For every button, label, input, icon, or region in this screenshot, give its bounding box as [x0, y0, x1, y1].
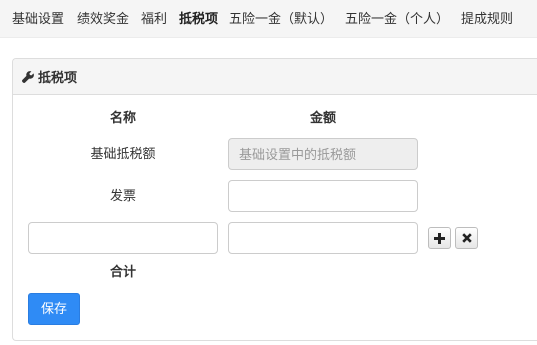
total-label: 合计: [109, 264, 136, 279]
panel-header: 抵税项: [13, 59, 537, 95]
custom-item-name-field[interactable]: [28, 222, 218, 254]
invoice-amount-field[interactable]: [228, 180, 418, 212]
tab-insurance-personal[interactable]: 五险一金（个人）: [345, 0, 449, 37]
base-deduction-amount-field: [228, 138, 418, 170]
remove-row-button[interactable]: [455, 227, 478, 249]
times-icon: [461, 233, 472, 243]
wrench-icon: [22, 70, 34, 83]
tax-deduction-panel: 抵税项 名称 金额 基础抵税额 发票 合计 保存: [12, 58, 537, 341]
top-nav: 基础设置 绩效奖金 福利 抵税项 五险一金（默认） 五险一金（个人） 提成规则: [0, 0, 537, 38]
custom-item-amount-field[interactable]: [228, 222, 418, 254]
tab-commission-rules[interactable]: 提成规则: [461, 0, 513, 37]
tab-benefits[interactable]: 福利: [141, 0, 167, 37]
column-header-name: 名称: [109, 110, 136, 125]
tab-insurance-default[interactable]: 五险一金（默认）: [229, 0, 333, 37]
add-row-button[interactable]: [428, 227, 451, 249]
column-header-amount: 金额: [309, 110, 336, 125]
tab-basic-settings[interactable]: 基础设置: [12, 0, 64, 37]
plus-icon: [434, 232, 445, 244]
tab-tax-deductions[interactable]: 抵税项: [179, 0, 218, 37]
save-button[interactable]: 保存: [28, 293, 80, 325]
panel-title: 抵税项: [38, 70, 78, 85]
row-label-invoice: 发票: [109, 188, 136, 203]
row-label-base-deduction: 基础抵税额: [90, 146, 156, 161]
tab-performance-bonus[interactable]: 绩效奖金: [77, 0, 129, 37]
